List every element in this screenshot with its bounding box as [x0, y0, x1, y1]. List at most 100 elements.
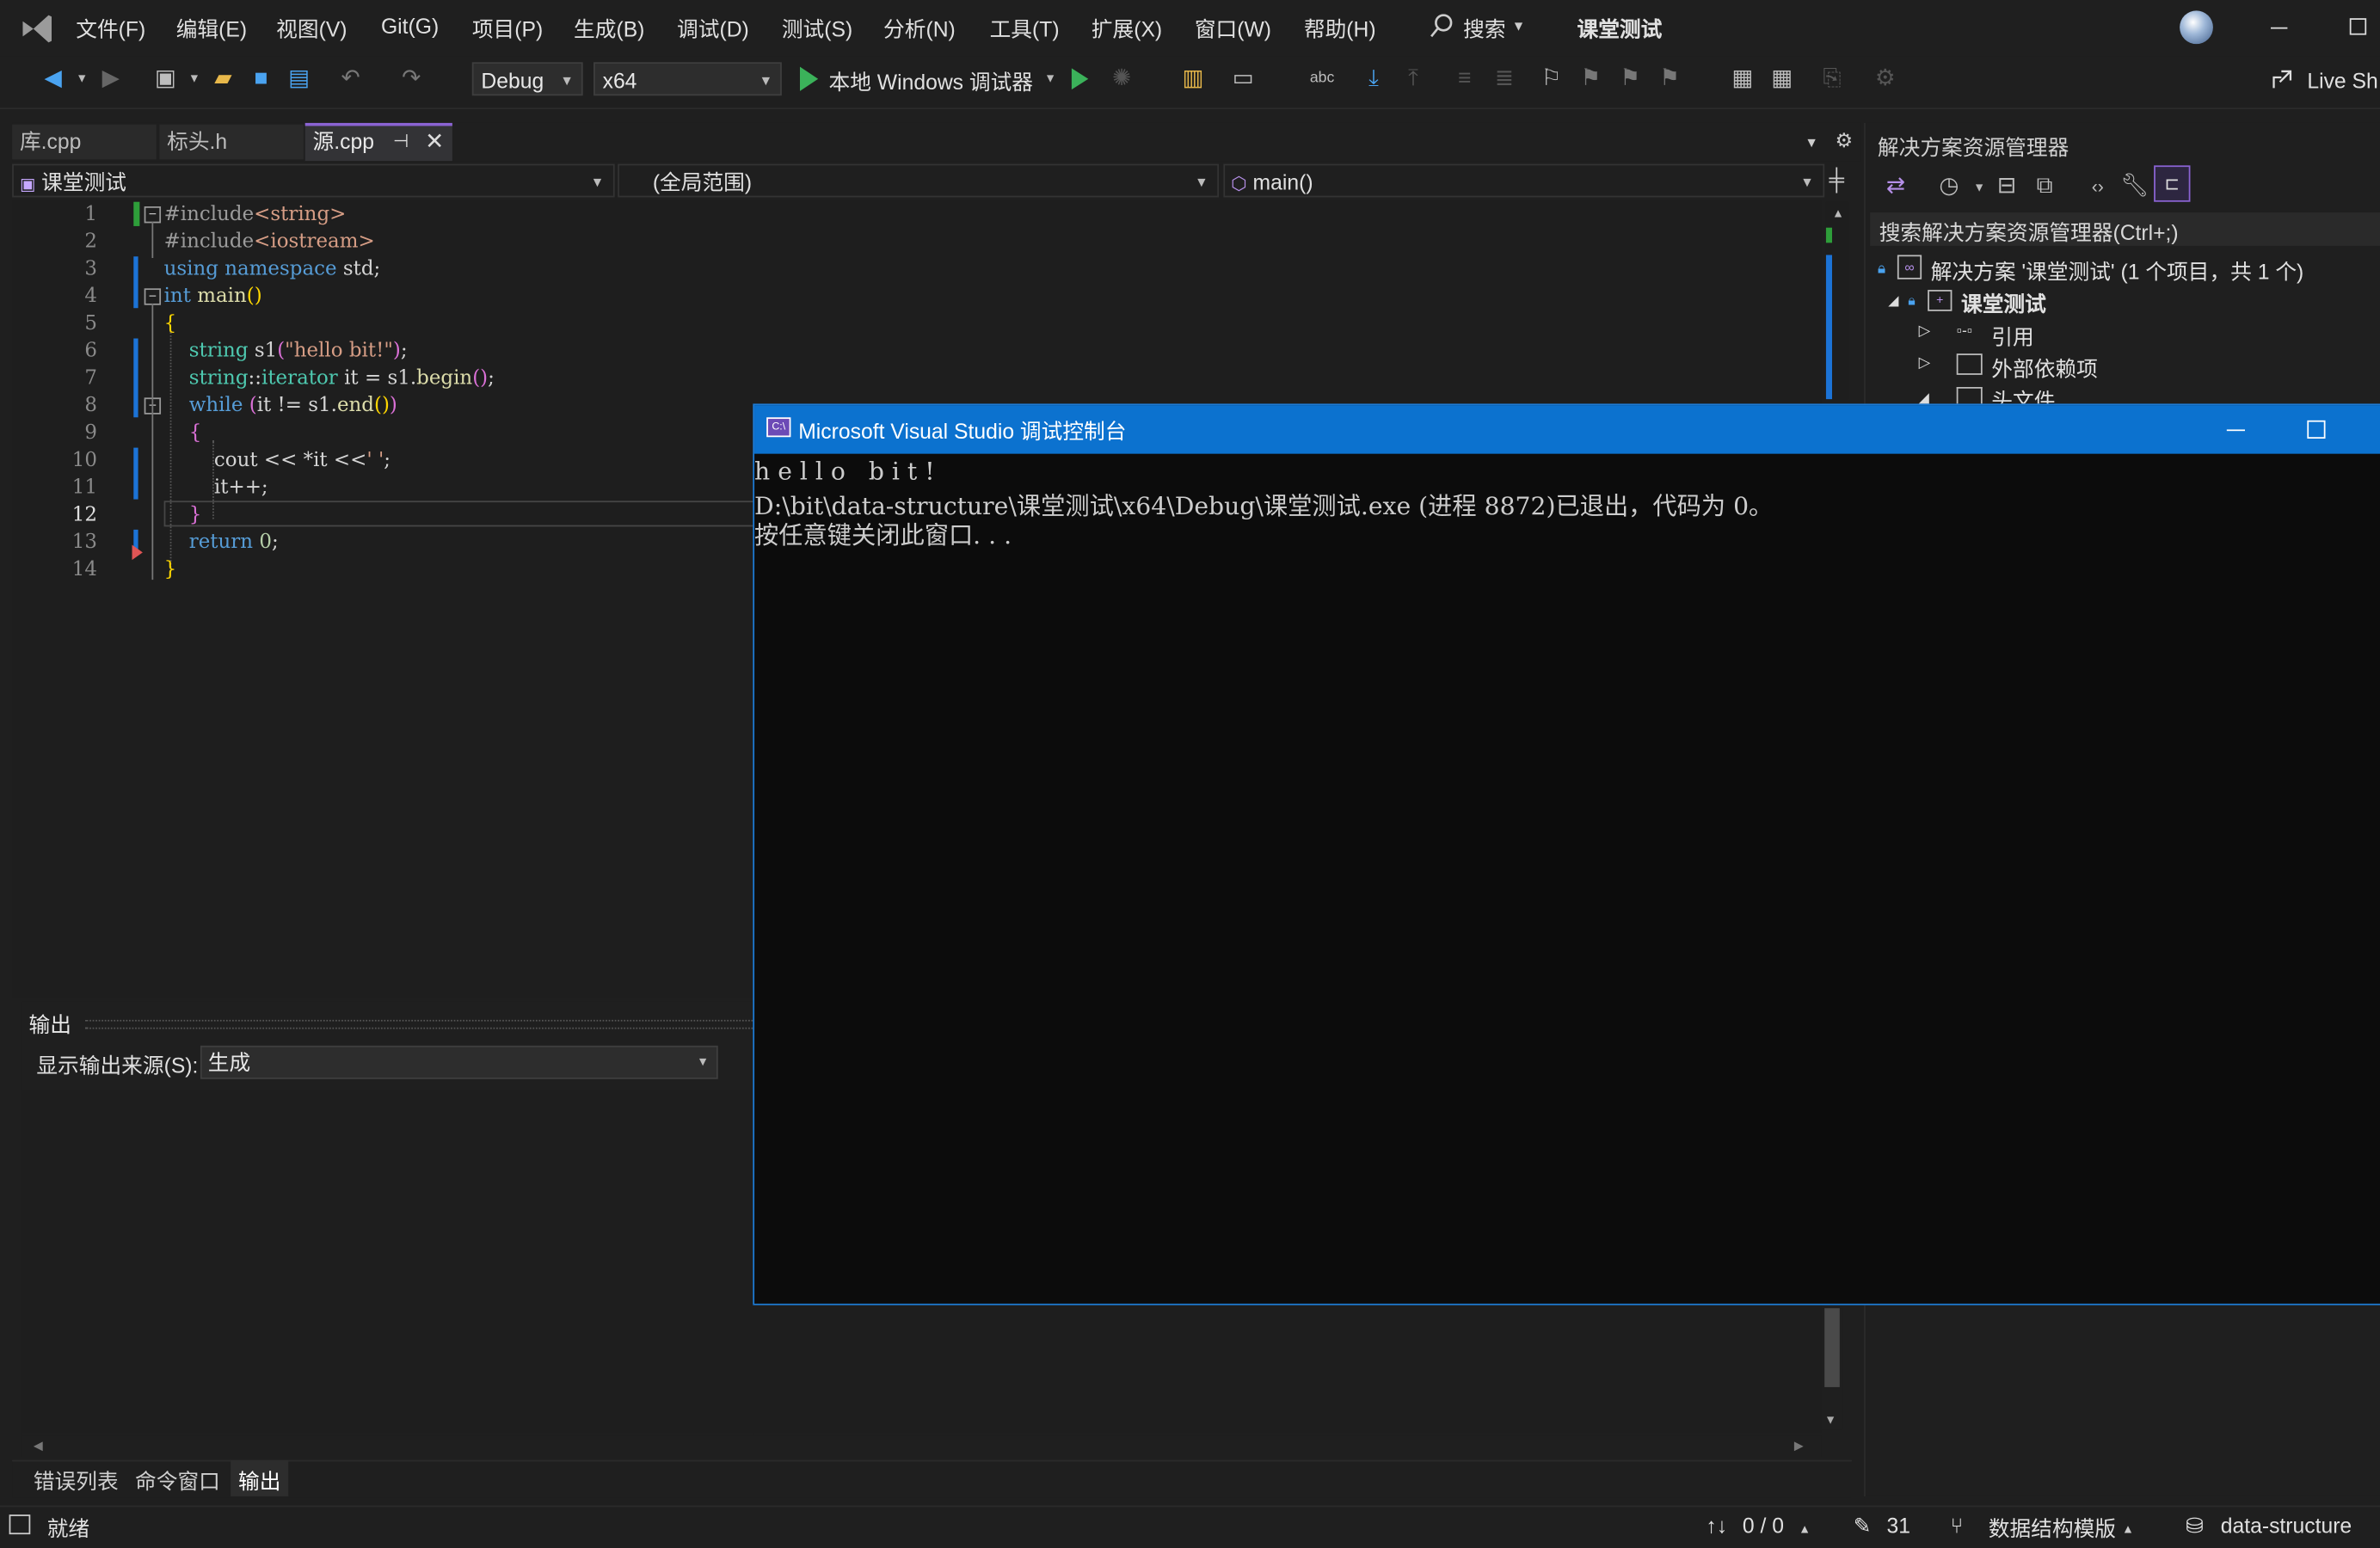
chevron-up-icon[interactable]: ▲ [2122, 1522, 2134, 1536]
menu-help[interactable]: 帮助(H) [1304, 14, 1376, 44]
pin-icon[interactable]: ⊣ [393, 131, 409, 152]
undo-icon[interactable]: ↶ [337, 65, 365, 93]
repo-icon[interactable]: ⛁ [2186, 1513, 2204, 1539]
outdent-icon[interactable]: ≣ [1491, 65, 1518, 93]
expand-right-icon[interactable]: ▷ [1919, 323, 1931, 340]
platform-dropdown[interactable]: x64 ▼ [593, 62, 782, 96]
chevron-down-icon[interactable]: ▼ [1512, 18, 1526, 34]
maximize-icon[interactable] [2307, 420, 2326, 439]
tab-lib-cpp[interactable]: 库.cpp [12, 124, 157, 160]
run-debugger-button[interactable]: 本地 Windows 调试器 [829, 67, 1033, 97]
avatar[interactable] [2180, 10, 2213, 45]
scroll-up-icon[interactable]: ▲ [1832, 206, 1844, 220]
forward-icon[interactable]: ▶ [97, 65, 125, 93]
project-dropdown[interactable]: ▣ 课堂测试 ▼ [12, 163, 615, 198]
sync-icon[interactable]: ↑↓ [1707, 1513, 1728, 1537]
expand-right-icon[interactable]: ▷ [1919, 355, 1931, 372]
menu-analyze[interactable]: 分析(N) [883, 14, 956, 44]
status-repo[interactable]: data-structure [2221, 1513, 2352, 1537]
start-without-debug-icon[interactable] [1071, 68, 1089, 90]
switch-view-icon[interactable]: ⇄ [1882, 173, 1910, 200]
spellcheck-icon[interactable]: abc [1308, 65, 1336, 93]
restore-icon[interactable] [2349, 18, 2367, 35]
browse-icon[interactable]: ▥ [1179, 65, 1207, 93]
output-source-dropdown[interactable]: 生成 ▼ [200, 1045, 718, 1079]
output-vscroll-thumb[interactable] [1824, 1308, 1840, 1387]
format-icon[interactable]: ⎘ [1818, 65, 1846, 93]
status-edits[interactable]: 31 [1887, 1513, 1910, 1537]
pencil-icon[interactable]: ✎ [1854, 1513, 1872, 1539]
open-folder-icon[interactable]: ▰ [210, 65, 237, 93]
chevron-down-icon[interactable]: ▼ [76, 71, 88, 85]
tab-header-h[interactable]: 标头.h [159, 124, 304, 160]
branch-icon[interactable]: ⑂ [1951, 1513, 1964, 1537]
start-debug-icon[interactable] [799, 66, 819, 91]
chevron-up-icon[interactable]: ▲ [1799, 1522, 1811, 1536]
menu-build[interactable]: 生成(B) [574, 14, 644, 44]
scroll-down-icon[interactable]: ▼ [1824, 1413, 1836, 1427]
save-all-icon[interactable]: ▤ [286, 65, 313, 93]
status-changes[interactable]: 0 / 0 [1743, 1513, 1784, 1537]
menu-window[interactable]: 窗口(W) [1195, 14, 1271, 44]
minimize-icon[interactable] [2270, 27, 2288, 29]
step-out-icon[interactable]: ⤒ [1399, 65, 1427, 93]
split-icon[interactable]: ╪ [1829, 167, 1844, 191]
bookmark-prev-icon[interactable]: ⚑ [1577, 65, 1605, 93]
menu-project[interactable]: 项目(P) [472, 14, 543, 44]
gear-icon[interactable]: ⚙ [1836, 129, 1854, 153]
chevron-down-icon[interactable]: ▼ [1973, 181, 1985, 194]
tab-error-list[interactable]: 错误列表 [34, 1466, 119, 1496]
external-deps-node[interactable]: 外部依赖项 [1991, 353, 2098, 384]
header-files-node[interactable]: 头文件 [1991, 385, 2055, 404]
output-hscroll[interactable] [21, 1435, 1822, 1458]
show-all-icon[interactable]: ⧉ [2031, 173, 2058, 200]
step-icon[interactable]: ⤓ [1360, 65, 1387, 93]
references-node[interactable]: 引用 [1991, 322, 2033, 352]
debug-console-window[interactable]: C:\ Microsoft Visual Studio 调试控制台 h e l … [753, 403, 2380, 1305]
hot-reload-icon[interactable]: ✺ [1108, 65, 1135, 93]
status-branch[interactable]: 数据结构模版 [1989, 1513, 2116, 1543]
menu-test[interactable]: 测试(S) [782, 14, 852, 44]
minimize-icon[interactable] [2226, 429, 2245, 432]
menu-git[interactable]: Git(G) [381, 14, 439, 38]
scroll-left-icon[interactable]: ◀ [34, 1439, 43, 1453]
menu-tools[interactable]: 工具(T) [990, 14, 1060, 44]
expand-down-icon[interactable]: ◢ [1888, 293, 1898, 310]
chevron-down-icon[interactable]: ▼ [1044, 71, 1056, 85]
share-icon[interactable] [2272, 68, 2294, 89]
code-view-icon[interactable]: ‹› [2084, 173, 2112, 200]
search-label[interactable]: 搜索 [1463, 14, 1505, 44]
menu-edit[interactable]: 编辑(E) [176, 14, 247, 44]
search-icon[interactable] [1430, 12, 1454, 40]
back-icon[interactable]: ◀ [40, 65, 67, 93]
tab-overflow-icon[interactable]: ▼ [1805, 135, 1818, 150]
save-icon[interactable]: ■ [248, 65, 275, 93]
close-icon[interactable]: ✕ [425, 127, 444, 155]
menu-view[interactable]: 视图(V) [276, 14, 347, 44]
vs-logo-icon[interactable] [18, 12, 54, 46]
collapse-icon[interactable]: − [144, 206, 162, 224]
tab-command-window[interactable]: 命令窗口 [135, 1466, 220, 1496]
solution-node[interactable]: 解决方案 '课堂测试' (1 个项目，共 1 个) [1931, 256, 2304, 286]
menu-extensions[interactable]: 扩展(X) [1092, 14, 1162, 44]
new-project-icon[interactable]: ▣ [151, 65, 179, 93]
redo-icon[interactable]: ↷ [397, 65, 425, 93]
live-share-button[interactable]: Live Sh [2307, 68, 2377, 92]
bookmark-next-icon[interactable]: ⚑ [1616, 65, 1644, 93]
collapse-icon[interactable]: − [144, 288, 162, 305]
config-dropdown[interactable]: Debug ▼ [471, 62, 583, 96]
preview-toggle-icon[interactable]: ⊏ [2154, 165, 2191, 202]
layout-icon[interactable]: ▭ [1229, 65, 1257, 93]
panel-grip[interactable] [84, 1019, 753, 1029]
menu-debug[interactable]: 调试(D) [677, 14, 749, 44]
history-icon[interactable]: ◷ [1935, 173, 1963, 200]
properties-icon[interactable]: 🔧︎ [2120, 173, 2149, 200]
comment-icon[interactable]: ▦ [1729, 65, 1756, 93]
options-icon[interactable]: ⚙ [1872, 65, 1899, 93]
bookmark-clear-icon[interactable]: ⚑ [1656, 65, 1683, 93]
chevron-down-icon[interactable]: ▼ [188, 71, 200, 85]
scope-dropdown[interactable]: (全局范围) ▼ [618, 163, 1220, 198]
menu-file[interactable]: 文件(F) [76, 14, 145, 44]
scroll-right-icon[interactable]: ▶ [1794, 1439, 1804, 1453]
project-node[interactable]: 课堂测试 [1961, 288, 2046, 318]
